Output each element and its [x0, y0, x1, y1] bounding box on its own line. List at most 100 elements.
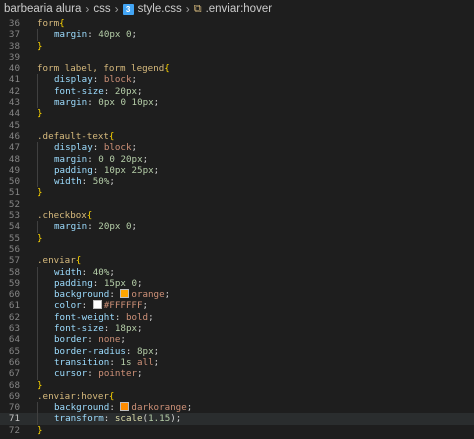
breadcrumb-subfolder[interactable]: css: [93, 3, 110, 15]
line-number: 58: [8, 266, 20, 278]
code-line[interactable]: 71 transform: scale(1.15);: [0, 413, 474, 425]
code-line[interactable]: 51}: [0, 187, 474, 198]
code-line[interactable]: 57 .enviar{: [0, 255, 474, 266]
code-line[interactable]: 54 margin: 20px 0;: [0, 221, 474, 233]
code-line[interactable]: 58 width: 40%;: [0, 266, 474, 278]
code-line[interactable]: 60 background: orange;: [0, 289, 474, 301]
code-editor[interactable]: 36 form{37 margin: 40px 0; 38} 39 40 form labe…: [0, 18, 474, 436]
code-text: transform: scale(1.15);: [20, 413, 181, 425]
code-text: margin: 0 0 20px;: [20, 153, 148, 165]
line-number: 72: [8, 424, 20, 436]
code-text: }: [37, 40, 43, 52]
chevron-right-icon: ›: [185, 2, 190, 16]
code-text: .enviar:hover{: [37, 390, 115, 402]
line-number: 46: [8, 130, 20, 142]
code-line[interactable]: 72}: [0, 425, 474, 436]
code-line[interactable]: 55}: [0, 233, 474, 244]
line-number: 38: [8, 40, 20, 52]
line-number: 60: [8, 289, 20, 301]
code-line[interactable]: 42 font-size: 20px;: [0, 85, 474, 98]
code-line[interactable]: 48 margin: 0 0 20px;: [0, 153, 474, 165]
line-number: 53: [8, 210, 20, 222]
color-swatch-icon[interactable]: [120, 402, 130, 412]
code-line[interactable]: 49 padding: 10px 25px;: [0, 164, 474, 177]
code-line[interactable]: 56: [0, 244, 474, 255]
code-line[interactable]: 63 font-size: 18px;: [0, 323, 474, 335]
chevron-right-icon: ›: [114, 2, 119, 16]
code-line[interactable]: 68}: [0, 380, 474, 391]
code-line[interactable]: 69 .enviar:hover{: [0, 391, 474, 402]
code-text: margin: 20px 0;: [20, 221, 137, 233]
code-line[interactable]: 61 color: #FFFFFF;: [0, 300, 474, 312]
code-line[interactable]: 50 width: 50%;: [0, 176, 474, 188]
code-text: }: [37, 232, 43, 244]
line-number: 62: [8, 311, 20, 323]
code-line[interactable]: 44}: [0, 108, 474, 119]
color-swatch-icon[interactable]: [120, 289, 130, 299]
code-line[interactable]: 47 display: block;: [0, 142, 474, 154]
line-number: 48: [8, 153, 20, 165]
code-line[interactable]: 64 border: none;: [0, 334, 474, 346]
line-number: 57: [8, 255, 20, 267]
line-number: 69: [8, 390, 20, 402]
line-number: 63: [8, 323, 20, 335]
selector-symbol-icon: ⧉: [193, 2, 202, 15]
line-number: 41: [8, 74, 20, 86]
code-text: transition: 1s all;: [20, 356, 159, 369]
code-line[interactable]: 41 display: block;: [0, 74, 474, 86]
css-file-icon: 3: [122, 3, 134, 15]
code-text: background: orange;: [20, 289, 170, 301]
code-text: color: #FFFFFF;: [20, 300, 148, 312]
code-line[interactable]: 46 .default-text{: [0, 131, 474, 142]
code-line[interactable]: 65 border-radius: 8px;: [0, 345, 474, 357]
breadcrumb-file[interactable]: style.css: [138, 3, 182, 15]
code-line[interactable]: 39: [0, 52, 474, 63]
code-text: font-weight: bold;: [20, 311, 154, 324]
line-number: 68: [8, 379, 20, 391]
code-text: width: 40%;: [20, 266, 115, 278]
code-line[interactable]: 43 margin: 0px 0 10px;: [0, 97, 474, 109]
code-line[interactable]: 67 cursor: pointer;: [0, 368, 474, 380]
code-text: padding: 15px 0;: [20, 277, 143, 290]
code-text: }: [37, 424, 43, 436]
line-number: 61: [8, 300, 20, 312]
line-number: 49: [8, 164, 20, 176]
code-line[interactable]: 59 padding: 15px 0;: [0, 277, 474, 290]
code-line[interactable]: 38}: [0, 41, 474, 52]
code-text: background: darkorange;: [20, 402, 192, 414]
line-number: 51: [8, 187, 20, 199]
code-text: border: none;: [20, 334, 126, 346]
breadcrumb-symbol[interactable]: .enviar:hover: [206, 3, 272, 15]
line-number: 42: [8, 85, 20, 97]
code-line[interactable]: 36 form{: [0, 18, 474, 29]
line-number: 45: [8, 119, 20, 131]
breadcrumb-folder[interactable]: barbearia alura: [4, 3, 81, 15]
code-text: font-size: 18px;: [20, 323, 143, 335]
code-line[interactable]: 37 margin: 40px 0;: [0, 29, 474, 41]
line-number: 43: [8, 97, 20, 109]
line-number: 67: [8, 368, 20, 380]
code-line[interactable]: 40 form label, form legend{: [0, 63, 474, 74]
code-text: cursor: pointer;: [20, 368, 143, 380]
color-swatch-icon[interactable]: [92, 300, 102, 310]
code-text: .enviar{: [37, 255, 82, 267]
code-line[interactable]: 52: [0, 199, 474, 210]
breadcrumb: barbearia alura › css › 3 style.css › ⧉ …: [0, 0, 474, 18]
chevron-right-icon: ›: [85, 2, 90, 16]
code-text: margin: 0px 0 10px;: [20, 97, 159, 109]
code-line[interactable]: 70 background: darkorange;: [0, 402, 474, 414]
code-line[interactable]: 62 font-weight: bold;: [0, 311, 474, 324]
line-number: 37: [8, 29, 20, 41]
code-text: }: [37, 379, 43, 391]
line-number: 47: [8, 142, 20, 154]
line-number: 52: [8, 198, 20, 210]
code-line[interactable]: 45: [0, 120, 474, 131]
code-line[interactable]: 66 transition: 1s all;: [0, 356, 474, 369]
line-number: 55: [8, 232, 20, 244]
code-line[interactable]: 53 .checkbox{: [0, 210, 474, 221]
code-text: border-radius: 8px;: [20, 345, 159, 357]
